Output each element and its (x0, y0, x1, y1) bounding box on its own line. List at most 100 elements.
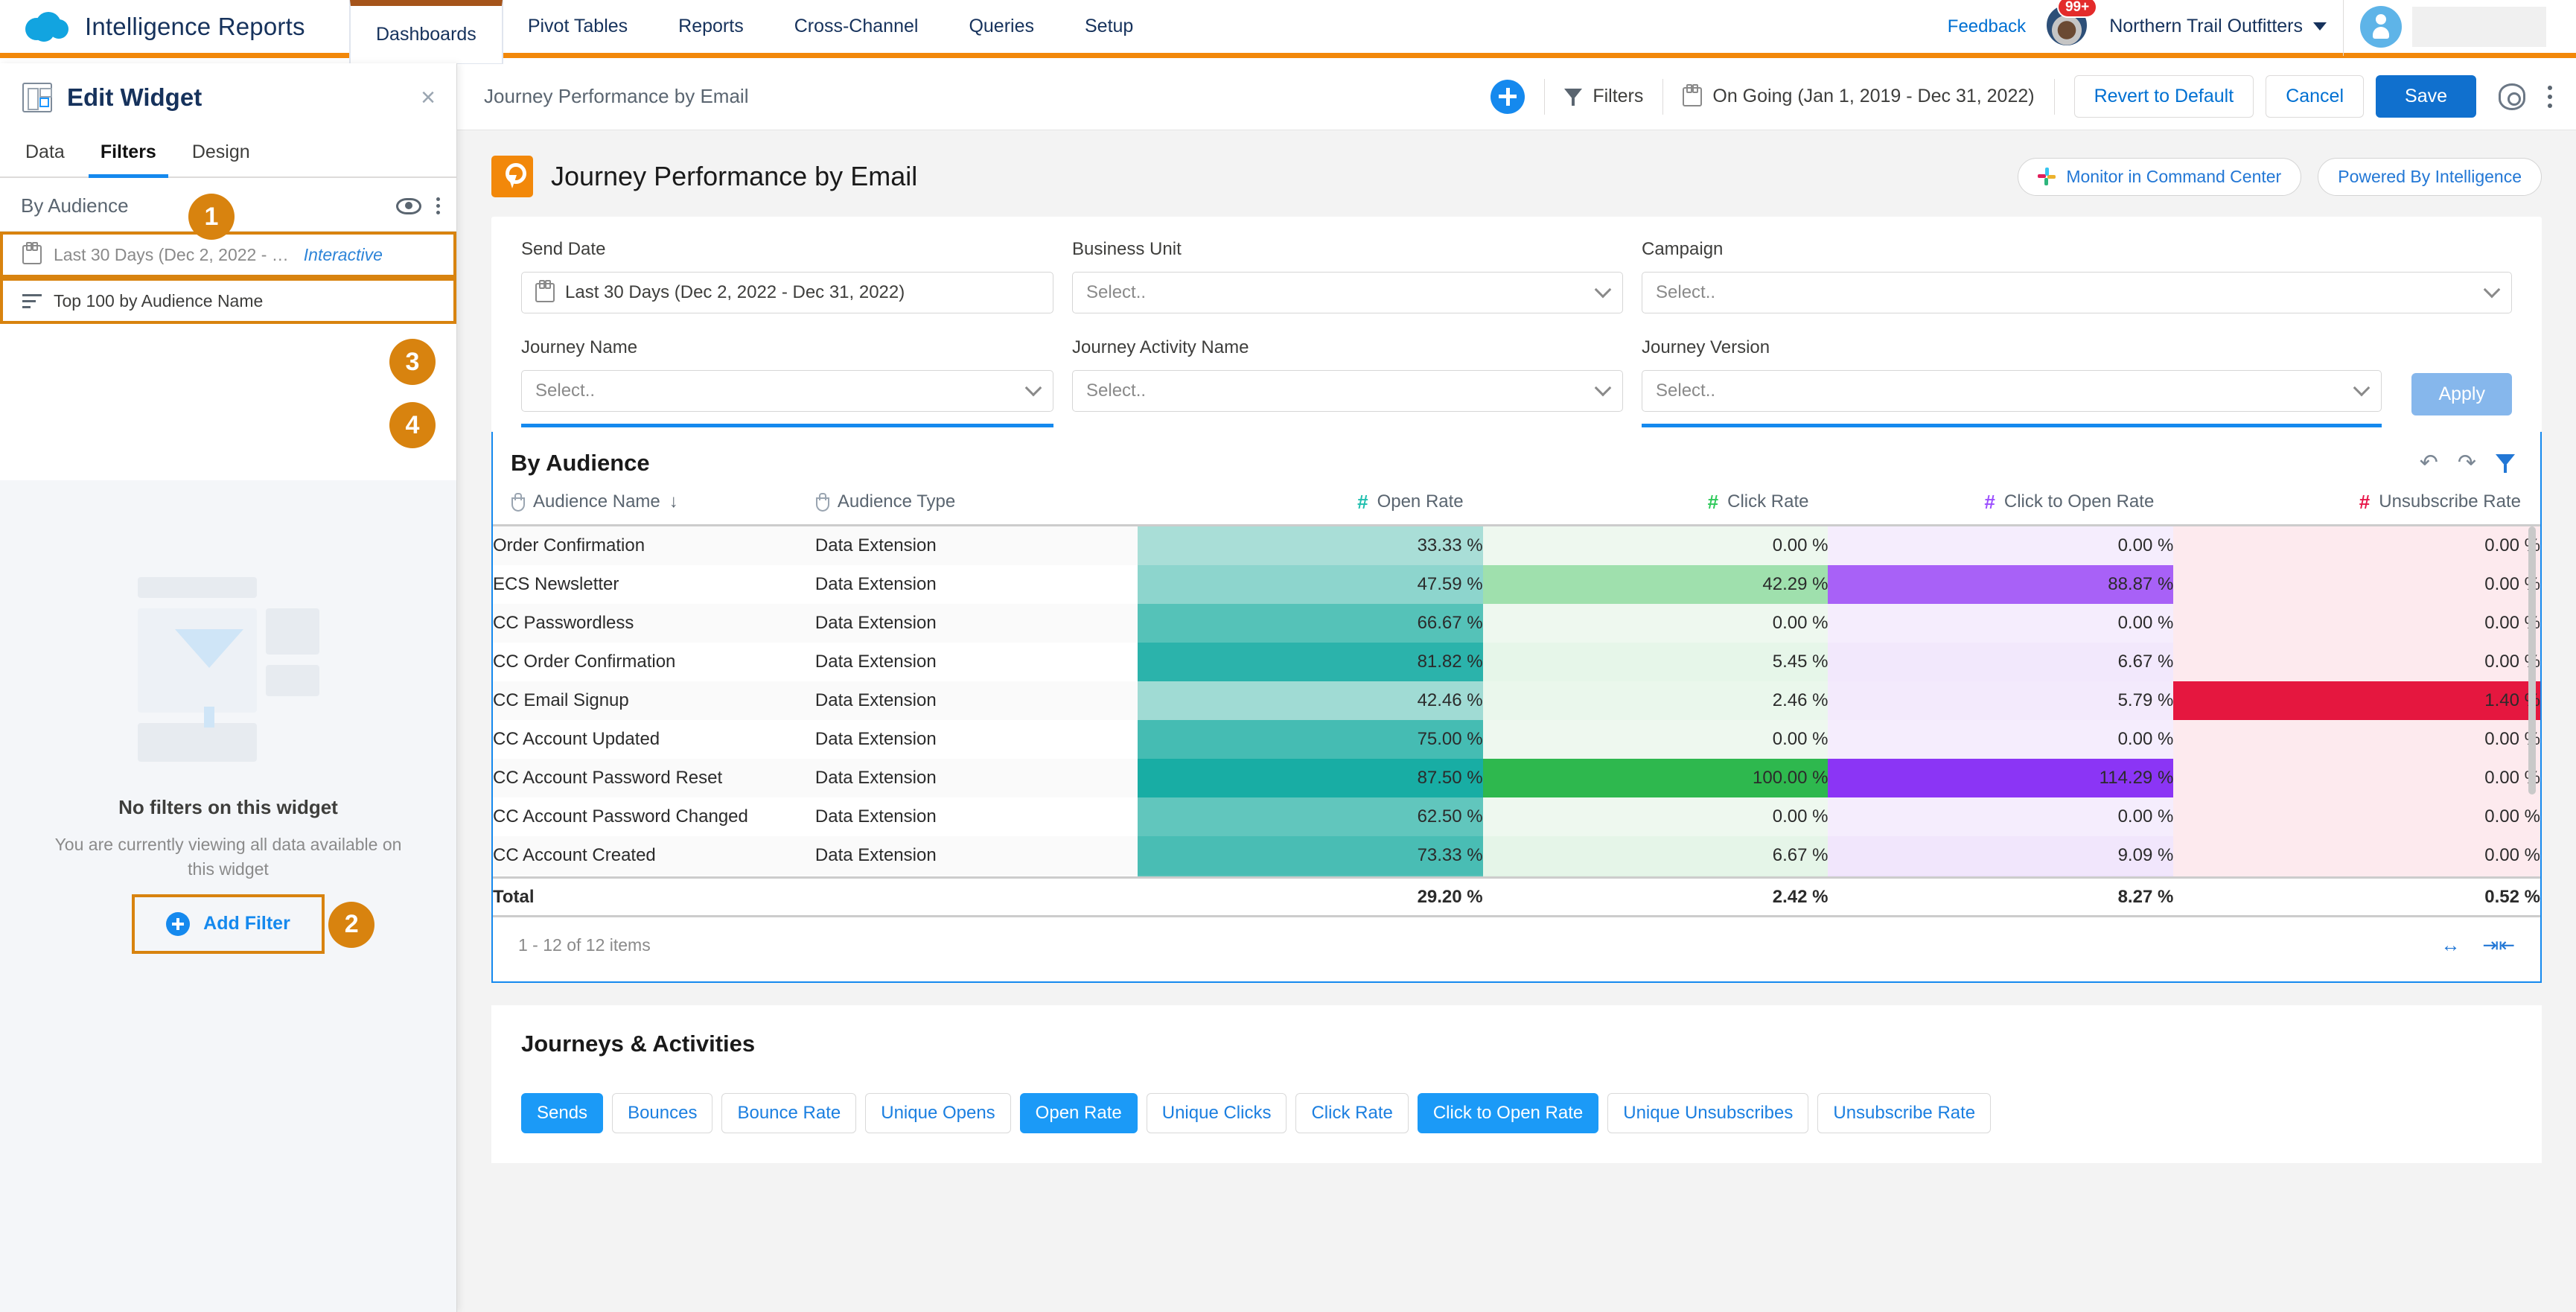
metric-chip-click-to-open-rate[interactable]: Click to Open Rate (1417, 1093, 1599, 1133)
audience-table-scroll-area[interactable]: Order Confirmation Data Extension 33.33 % 0… (493, 526, 2540, 876)
table-row[interactable]: CC Account Password Reset Data Extension 8… (493, 759, 2540, 797)
table-row[interactable]: CC Order Confirmation Data Extension 81.82… (493, 643, 2540, 681)
expand-horizontal-icon[interactable]: ↔ (2440, 934, 2460, 957)
callout-badge-3: 3 (389, 339, 436, 385)
dashboard-filters-button[interactable]: Filters (1564, 86, 1643, 107)
metric-chip-unique-clicks[interactable]: Unique Clicks (1146, 1093, 1287, 1133)
table-cell-open: 66.67 % (1137, 604, 1483, 643)
metric-chip-unique-unsubscribes[interactable]: Unique Unsubscribes (1607, 1093, 1809, 1133)
table-row[interactable]: CC Abandoned CartData Extension66.67 %9.… (493, 875, 2540, 876)
table-row[interactable]: CC Account Updated Data Extension 75.00 % 0… (493, 720, 2540, 759)
hash-icon: # (2359, 491, 2371, 513)
nav-tab-dashboards[interactable]: Dashboards (350, 0, 503, 63)
metric-chip-bounce-rate[interactable]: Bounce Rate (721, 1093, 857, 1133)
dashboard-date-range[interactable]: On Going (Jan 1, 2019 - Dec 31, 2022) (1683, 83, 2035, 107)
column-header-label: Click to Open Rate (2003, 491, 2155, 512)
column-header-click-rate[interactable]: # Click Rate (1482, 484, 1829, 526)
dashboard-more-options-icon[interactable] (2548, 85, 2552, 108)
metric-chip-open-rate[interactable]: Open Rate (1019, 1093, 1138, 1133)
metric-chip-sends[interactable]: Sends (521, 1093, 604, 1133)
table-cell-cto: 114.29 % (1828, 759, 2174, 797)
metric-chip-click-rate[interactable]: Click Rate (1295, 1093, 1409, 1133)
metric-chip-unique-opens[interactable]: Unique Opens (865, 1093, 1011, 1133)
collapse-horizontal-icon[interactable]: ⇥⇤ (2482, 934, 2515, 957)
feedback-link[interactable]: Feedback (1936, 16, 2038, 37)
toolbar-divider-3 (2053, 78, 2055, 115)
column-header-unsubscribe-rate[interactable]: # Unsubscribe Rate (2173, 484, 2540, 526)
table-cell-type: Data Extension (814, 806, 937, 827)
table-row[interactable]: CC Email Signup Data Extension 42.46 % 2.46… (493, 681, 2540, 720)
dashboard-toolbar-actions: Filters On Going (Jan 1, 2019 - Dec 31, … (1491, 75, 2552, 118)
user-avatar[interactable] (2360, 5, 2402, 48)
table-cell-cto: 14.29 % (1828, 875, 2174, 876)
chevron-down-icon[interactable] (2313, 22, 2327, 31)
preview-eye-icon[interactable] (2499, 83, 2525, 110)
by-audience-title: By Audience (511, 450, 650, 476)
table-row[interactable]: ECS Newsletter Data Extension 47.59 % 42.29… (493, 565, 2540, 604)
apply-filters-button[interactable]: Apply (2411, 373, 2512, 415)
filter-field-control[interactable]: Select.. (1642, 272, 2512, 313)
table-cell-cto: 0.00 % (1828, 720, 2174, 759)
vertical-scrollbar[interactable] (2528, 526, 2536, 794)
table-row[interactable]: CC Passwordless Data Extension 66.67 % 0.00… (493, 604, 2540, 643)
close-icon[interactable]: × (421, 85, 436, 110)
table-cell-click: 5.45 % (1482, 643, 1829, 681)
filter-field-control[interactable]: Select.. (1642, 370, 2382, 412)
monitor-in-command-center-button[interactable]: Monitor in Command Center (2018, 157, 2302, 196)
table-cell-type: Data Extension (814, 729, 937, 749)
table-row[interactable]: Order Confirmation Data Extension 33.33 % 0… (493, 526, 2540, 565)
nav-tab-queries[interactable]: Queries (943, 0, 1059, 53)
filter-field-value: Select.. (1656, 380, 1716, 401)
column-header-audience-name[interactable]: Audience Name ↓ (493, 484, 815, 526)
user-name-placeholder (2412, 6, 2546, 47)
table-filter-icon[interactable] (2496, 453, 2515, 474)
column-header-label: Unsubscribe Rate (2379, 491, 2521, 512)
table-cell-open: 73.33 % (1137, 836, 1483, 875)
nav-tab-setup[interactable]: Setup (1059, 0, 1158, 53)
filter-field-control[interactable]: Last 30 Days (Dec 2, 2022 - Dec 31, 2022… (521, 272, 1053, 313)
metric-chip-bounces[interactable]: Bounces (612, 1093, 713, 1133)
column-header-click-to-open-rate[interactable]: # Click to Open Rate (1828, 484, 2174, 526)
column-header-label: Open Rate (1377, 491, 1464, 512)
edit-widget-tab-design[interactable]: Design (174, 141, 268, 176)
table-row[interactable]: CC Account Created Data Extension 73.33 % 6… (493, 836, 2540, 875)
einstein-assistant-button[interactable]: 99+ (2045, 0, 2098, 50)
nav-tab-pivot-tables[interactable]: Pivot Tables (503, 0, 653, 53)
toolbar-divider-2 (1662, 78, 1664, 115)
revert-to-default-button[interactable]: Revert to Default (2073, 75, 2254, 118)
hash-icon: # (1357, 491, 1368, 513)
add-widget-button[interactable] (1491, 79, 1525, 114)
table-cell-unsub: 1.40 % (2173, 681, 2540, 720)
filter-field-journey-activity-name: Journey Activity Name Select.. (1072, 337, 1623, 427)
undo-icon[interactable]: ↶ (2420, 452, 2438, 474)
column-header-open-rate[interactable]: # Open Rate (1137, 484, 1483, 526)
column-header-audience-type[interactable]: Audience Type (814, 484, 1138, 526)
widget-filter-date-row[interactable]: Last 30 Days (Dec 2, 2022 - … Interactiv… (0, 232, 456, 278)
nav-tab-reports[interactable]: Reports (653, 0, 769, 53)
filter-field-control[interactable]: Select.. (521, 370, 1053, 412)
save-button[interactable]: Save (2376, 75, 2476, 118)
widget-filter-sort-row[interactable]: Top 100 by Audience Name (0, 278, 456, 324)
edit-widget-tab-data[interactable]: Data (7, 141, 83, 176)
redo-icon[interactable]: ↷ (2458, 452, 2476, 474)
table-row[interactable]: CC Account Password Changed Data Extensio… (493, 797, 2540, 836)
table-cell-name: CC Account Updated (493, 729, 660, 749)
journeys-activities-title: Journeys & Activities (521, 1031, 756, 1057)
table-cell-type: Data Extension (814, 526, 1138, 565)
toolbar-divider (1544, 78, 1546, 115)
filter-field-control[interactable]: Select.. (1072, 370, 1623, 412)
cancel-button[interactable]: Cancel (2266, 75, 2365, 118)
empty-state-title: No filters on this widget (118, 796, 338, 818)
filter-field-control[interactable]: Select.. (1072, 272, 1623, 313)
add-filter-button[interactable]: Add Filter 2 (132, 894, 375, 954)
total-cell-unsub: 0.52 % (2173, 876, 2540, 917)
filter-field-value: Select.. (1086, 282, 1147, 302)
nav-tab-cross-channel[interactable]: Cross-Channel (769, 0, 944, 53)
metric-chip-unsubscribe-rate[interactable]: Unsubscribe Rate (1817, 1093, 1992, 1133)
plus-icon (166, 911, 191, 936)
eye-icon[interactable] (396, 197, 421, 214)
org-selector[interactable]: Northern Trail Outfitters (2099, 16, 2307, 37)
edit-widget-tab-filters[interactable]: Filters (83, 141, 174, 178)
more-options-icon[interactable] (436, 197, 440, 214)
powered-by-intelligence-button[interactable]: Powered By Intelligence (2318, 157, 2542, 196)
